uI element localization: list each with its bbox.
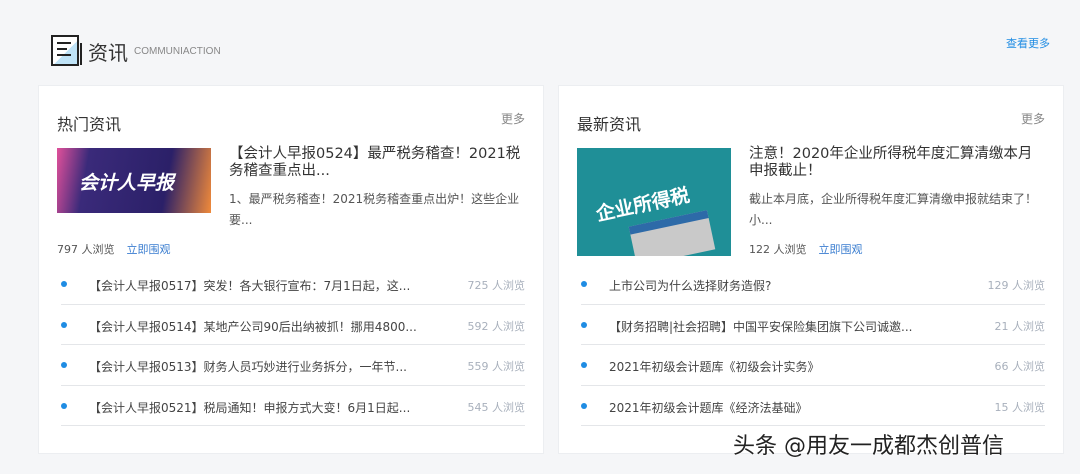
item-title: 2021年初级会计题库《经济法基础》 bbox=[609, 400, 808, 415]
bullet-icon bbox=[581, 321, 587, 328]
item-views: 15 人浏览 bbox=[994, 400, 1046, 414]
item-title: 上市公司为什么选择财务造假? bbox=[609, 279, 772, 293]
list-item[interactable]: 【会计人早报0517】突发！各大银行宣布：7月1日起，这... 725 人浏览 bbox=[61, 264, 525, 305]
list-item[interactable]: 【会计人早报0513】财务人员巧妙进行业务拆分，一年节... 559 人浏览 bbox=[61, 345, 525, 386]
view-more-link[interactable]: 查看更多 bbox=[1006, 35, 1050, 51]
view-count: 797 人浏览 bbox=[57, 243, 115, 256]
hot-news-card: 热门资讯 更多 会计人早报 【会计人早报0524】最严税务稽查！2021税务稽查… bbox=[38, 85, 544, 454]
section-subtitle: COMMUNIACTION bbox=[134, 46, 221, 57]
item-views: 592 人浏览 bbox=[467, 319, 526, 333]
news-icon bbox=[51, 35, 82, 66]
item-title: 【会计人早报0517】突发！各大银行宣布：7月1日起，这... bbox=[89, 279, 411, 293]
featured-desc: 1、最严税务稽查！2021税务稽查重点出炉！这些企业要... bbox=[229, 192, 520, 227]
watch-now-link[interactable]: 立即围观 bbox=[127, 243, 171, 256]
item-views: 559 人浏览 bbox=[467, 360, 526, 373]
card-title: 热门资讯 bbox=[57, 115, 122, 134]
card-title: 最新资讯 bbox=[577, 115, 642, 134]
featured-title[interactable]: 【会计人早报0524】最严税务稽查！2021税务稽查重点出... bbox=[229, 146, 524, 180]
list-item[interactable]: 上市公司为什么选择财务造假? 129 人浏览 bbox=[581, 264, 1045, 305]
featured-thumbnail[interactable]: 会计人早报 bbox=[57, 148, 211, 213]
item-title: 2021年初级会计题库《初级会计实务》 bbox=[609, 360, 820, 374]
more-link[interactable]: 更多 bbox=[501, 110, 525, 127]
watch-now-link[interactable]: 立即围观 bbox=[819, 243, 863, 256]
bullet-icon bbox=[61, 281, 67, 287]
item-title: 【会计人早报0514】某地产公司90后出纳被抓！挪用4800... bbox=[89, 319, 417, 334]
list-item[interactable]: 【财务招聘|社会招聘】中国平安保险集团旗下公司诚邀... 21 人浏览 bbox=[581, 305, 1046, 345]
bullet-icon bbox=[581, 362, 587, 368]
item-views: 545 人浏览 bbox=[467, 400, 526, 414]
thumbnail-text: 会计人早报 bbox=[79, 172, 175, 194]
latest-news-card: 最新资讯 更多 企业所得税 注意！2020年企业所得税年度汇算清缴本月申报截止！… bbox=[558, 85, 1064, 454]
item-views: 66 人浏览 bbox=[994, 360, 1046, 373]
item-title: 【会计人早报0513】财务人员巧妙进行业务拆分，一年节... bbox=[89, 360, 407, 374]
featured-meta: 122 人浏览 立即围观 bbox=[749, 241, 863, 257]
news-list: 上市公司为什么选择财务造假? 129 人浏览 【财务招聘|社会招聘】中国平安保险集… bbox=[581, 264, 1045, 426]
bullet-icon bbox=[61, 402, 67, 409]
bullet-icon bbox=[61, 362, 67, 368]
bullet-icon bbox=[581, 402, 587, 409]
view-count: 122 人浏览 bbox=[749, 243, 807, 256]
item-views: 21 人浏览 bbox=[994, 319, 1046, 333]
watermark: 头条 @用友一成都杰创普信 bbox=[733, 434, 1004, 459]
list-item[interactable]: 【会计人早报0521】税局通知！申报方式大变！6月1日起... 545 人浏览 bbox=[61, 386, 526, 426]
featured-desc: 截止本月底，企业所得税年度汇算清缴申报就结束了！小... bbox=[749, 192, 1038, 227]
list-item[interactable]: 2021年初级会计题库《初级会计实务》 66 人浏览 bbox=[581, 345, 1045, 386]
item-title: 【财务招聘|社会招聘】中国平安保险集团旗下公司诚邀... bbox=[609, 319, 913, 334]
featured-thumbnail[interactable]: 企业所得税 bbox=[577, 148, 731, 256]
bullet-icon bbox=[581, 281, 587, 287]
featured-title[interactable]: 注意！2020年企业所得税年度汇算清缴本月申报截止！ bbox=[749, 146, 1044, 180]
item-views: 129 人浏览 bbox=[987, 279, 1046, 292]
featured-meta: 797 人浏览 立即围观 bbox=[57, 241, 171, 257]
bullet-icon bbox=[61, 321, 67, 328]
more-link[interactable]: 更多 bbox=[1021, 110, 1045, 127]
section-title: 资讯 bbox=[88, 41, 128, 65]
news-list: 【会计人早报0517】突发！各大银行宣布：7月1日起，这... 725 人浏览 【… bbox=[61, 264, 525, 426]
item-title: 【会计人早报0521】税局通知！申报方式大变！6月1日起... bbox=[89, 400, 411, 415]
list-item[interactable]: 【会计人早报0514】某地产公司90后出纳被抓！挪用4800... 592 人浏览 bbox=[61, 305, 526, 345]
item-views: 725 人浏览 bbox=[467, 279, 526, 292]
list-item[interactable]: 2021年初级会计题库《经济法基础》 15 人浏览 bbox=[581, 386, 1046, 426]
